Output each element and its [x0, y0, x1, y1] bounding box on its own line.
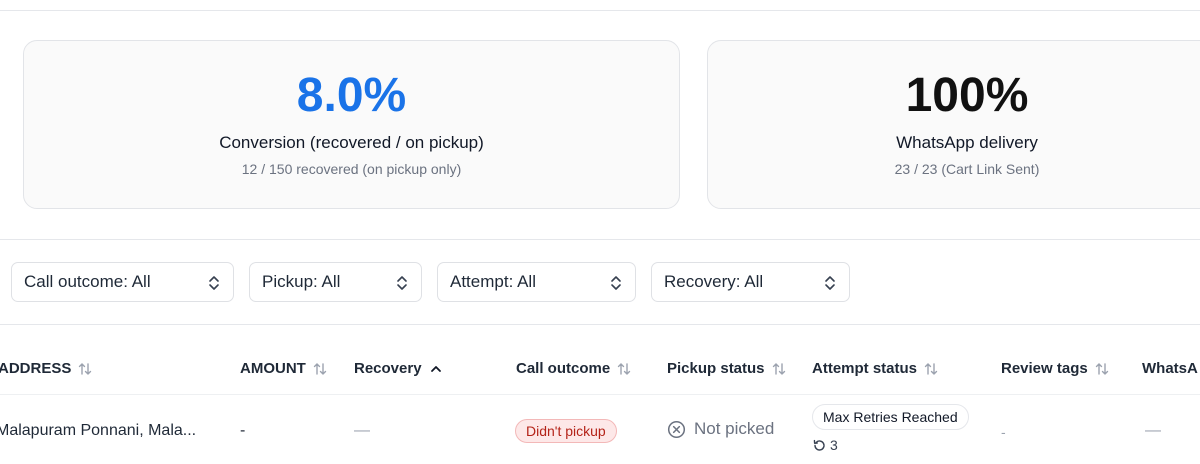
- column-header-recovery-label: Recovery: [354, 360, 422, 377]
- conversion-value: 8.0%: [296, 69, 407, 122]
- whatsapp-delivery-value: 100%: [905, 69, 1029, 122]
- amount-cell: -: [240, 422, 246, 439]
- attempt-count-value: 3: [830, 437, 838, 453]
- attempt-filter-label: Attempt: All: [450, 272, 536, 291]
- call-outcome-filter[interactable]: Call outcome: All: [11, 262, 234, 302]
- attempt-count: 3: [812, 437, 838, 453]
- conversion-subtext: 12 / 150 recovered (on pickup only): [241, 161, 462, 177]
- column-header-whatsapp-label: WhatsA: [1142, 360, 1198, 377]
- sort-icon: [924, 362, 938, 375]
- column-header-recovery[interactable]: Recovery: [354, 360, 444, 377]
- review-tags-cell: -: [1001, 424, 1006, 440]
- column-header-pickup-status[interactable]: Pickup status: [667, 360, 787, 377]
- sort-icon: [617, 362, 631, 375]
- column-header-attempt-status[interactable]: Attempt status: [812, 360, 939, 377]
- whatsapp-delivery-label: WhatsApp delivery: [896, 133, 1038, 152]
- x-circle-icon: [667, 420, 686, 438]
- chevron-up-down-icon: [397, 276, 407, 290]
- recovery-cell: —: [354, 422, 370, 439]
- recovery-filter-label: Recovery: All: [664, 272, 764, 291]
- whatsapp-delivery-stat-card: 100% WhatsApp delivery 23 / 23 (Cart Lin…: [707, 40, 1200, 209]
- table-top-divider: [0, 324, 1200, 325]
- chevron-up-down-icon: [209, 276, 219, 290]
- recovery-filter[interactable]: Recovery: All: [651, 262, 850, 302]
- column-header-call-outcome[interactable]: Call outcome: [516, 360, 632, 377]
- pickup-filter[interactable]: Pickup: All: [249, 262, 422, 302]
- table-header-divider: [0, 394, 1200, 395]
- column-header-address[interactable]: ADDRESS: [0, 360, 93, 377]
- pickup-status-cell: Not picked: [667, 419, 774, 439]
- column-header-review-tags[interactable]: Review tags: [1001, 360, 1110, 377]
- column-header-amount[interactable]: AMOUNT: [240, 360, 328, 377]
- column-header-call-outcome-label: Call outcome: [516, 360, 611, 377]
- column-header-review-tags-label: Review tags: [1001, 360, 1088, 377]
- column-header-pickup-status-label: Pickup status: [667, 360, 765, 377]
- address-cell: Malapuram Ponnani, Mala...: [0, 422, 197, 439]
- sort-icon: [313, 362, 327, 375]
- sort-ascending-icon: [430, 365, 441, 372]
- call-outcome-badge: Didn't pickup: [515, 419, 617, 443]
- section-divider: [0, 239, 1200, 240]
- column-header-whatsapp[interactable]: WhatsA: [1142, 360, 1198, 377]
- chevron-up-down-icon: [611, 276, 621, 290]
- retry-icon: [813, 439, 825, 451]
- conversion-stat-card: 8.0% Conversion (recovered / on pickup) …: [23, 40, 680, 209]
- column-header-attempt-status-label: Attempt status: [812, 360, 918, 377]
- call-outcome-filter-label: Call outcome: All: [24, 272, 151, 291]
- conversion-label: Conversion (recovered / on pickup): [219, 133, 484, 152]
- sort-icon: [79, 362, 92, 375]
- column-header-address-label: ADDRESS: [0, 360, 72, 377]
- chevron-up-down-icon: [825, 276, 835, 290]
- attempt-status-badge: Max Retries Reached: [812, 404, 969, 430]
- column-header-amount-label: AMOUNT: [240, 360, 306, 377]
- sort-icon: [1095, 362, 1108, 375]
- pickup-filter-label: Pickup: All: [262, 272, 341, 291]
- whatsapp-delivery-subtext: 23 / 23 (Cart Link Sent): [894, 161, 1040, 177]
- pickup-status-label: Not picked: [694, 419, 775, 438]
- attempt-filter[interactable]: Attempt: All: [437, 262, 636, 302]
- sort-icon: [772, 362, 785, 375]
- top-divider: [0, 10, 1200, 11]
- whatsapp-cell: —: [1145, 422, 1161, 439]
